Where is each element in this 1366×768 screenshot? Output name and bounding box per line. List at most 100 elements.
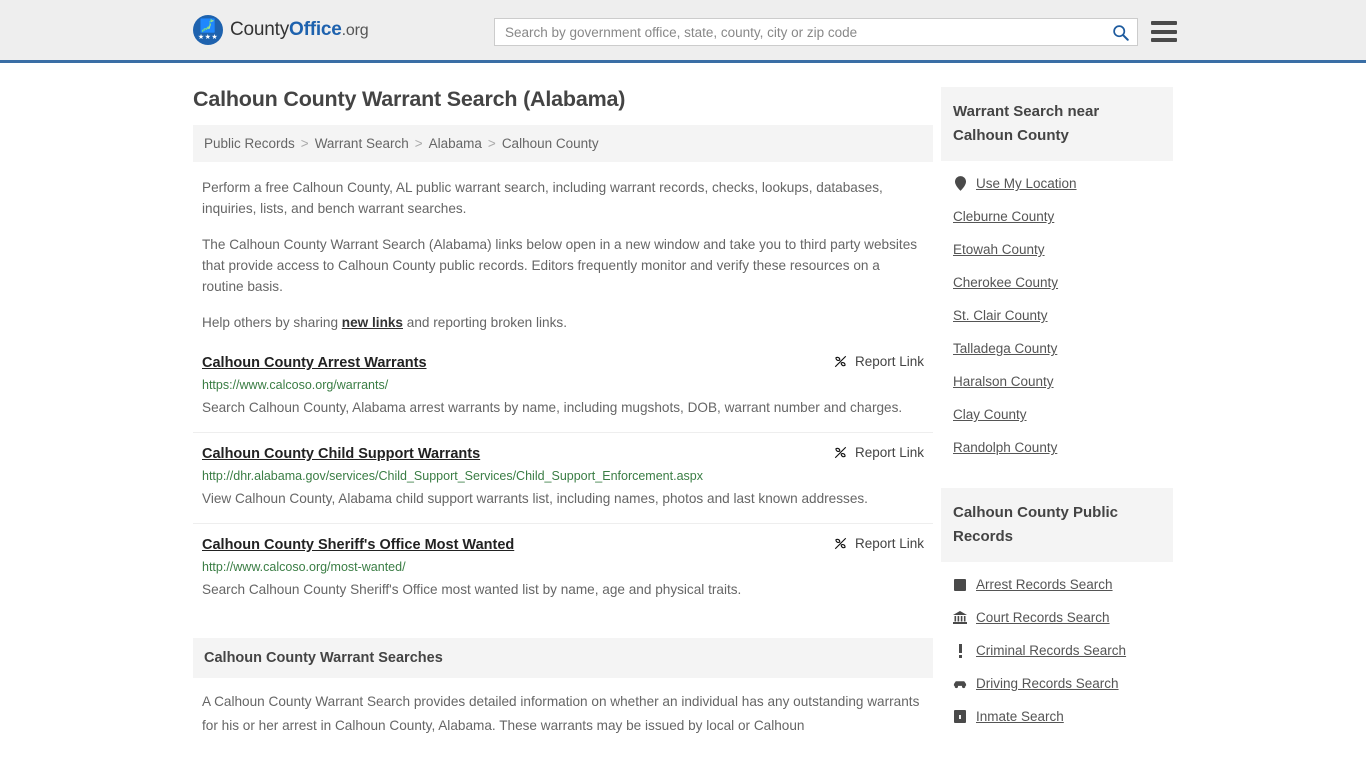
sidebar-item-county[interactable]: Etowah County [941,233,1173,266]
breadcrumb-item-warrant-search[interactable]: Warrant Search [315,136,409,151]
report-link-label: Report Link [854,445,924,460]
sidebar-link-court-records-search[interactable]: Court Records Search [976,610,1110,625]
public-records-heading: Calhoun County Public Records [953,504,1118,545]
breadcrumb-item-public-records[interactable]: Public Records [204,136,295,151]
eagle-emblem-icon: 🗾 ★★★ [193,15,223,45]
page-title: Calhoun County Warrant Search (Alabama) [193,87,626,111]
nearby-county-list: Use My Location Cleburne County Etowah C… [941,167,1173,464]
report-link-label: Report Link [854,536,924,551]
search-input[interactable] [495,19,1103,45]
sidebar-item-court-records[interactable]: Court Records Search [941,601,1173,634]
sidebar-link-cleburne-county[interactable]: Cleburne County [953,209,1054,224]
broken-link-icon [834,446,847,459]
sidebar-link-talladega-county[interactable]: Talladega County [953,341,1057,356]
broken-link-icon [834,537,847,550]
sidebar-item-arrest-records[interactable]: Arrest Records Search [941,568,1173,601]
warrant-searches-paragraph: A Calhoun County Warrant Search provides… [202,694,920,733]
sidebar-item-county[interactable]: Cherokee County [941,266,1173,299]
sidebar-item-county[interactable]: Randolph County [941,431,1173,464]
logo-text-county: County [230,19,290,40]
warrant-searches-body: A Calhoun County Warrant Search provides… [193,690,933,738]
nearby-warrant-search-band: Warrant Search near Calhoun County [941,87,1173,161]
public-records-band: Calhoun County Public Records [941,488,1173,562]
sidebar-item-county[interactable]: Clay County [941,398,1173,431]
logo-text-org: .org [341,22,369,39]
report-link-button[interactable]: Report Link [833,353,924,369]
breadcrumb-item-alabama[interactable]: Alabama [429,136,482,151]
warrant-searches-heading: Calhoun County Warrant Searches [204,650,443,666]
site-header: 🗾 ★★★ CountyOffice.org [0,0,1366,63]
sidebar-item-county[interactable]: Talladega County [941,332,1173,365]
sidebar-item-use-my-location[interactable]: Use My Location [941,167,1173,200]
site-logo[interactable]: 🗾 ★★★ CountyOffice.org [193,15,369,45]
report-link-button[interactable]: Report Link [833,535,924,551]
jail-door-icon [953,710,967,723]
search-button[interactable] [1103,19,1137,45]
fingerprint-icon [953,578,967,591]
sidebar-link-arrest-records-search[interactable]: Arrest Records Search [976,577,1113,592]
sidebar-item-inmate-search[interactable]: Inmate Search [941,700,1173,733]
breadcrumb-separator: > [487,136,496,151]
result-description: Search Calhoun County Sheriff's Office m… [202,582,742,597]
sidebar-item-driving-records[interactable]: Driving Records Search [941,667,1173,700]
results-list: Calhoun County Arrest Warrants Report Li… [193,353,933,614]
breadcrumb: Public Records > Warrant Search > Alabam… [193,125,933,162]
result-row: Calhoun County Sheriff's Office Most Wan… [193,535,933,614]
intro-p3-before: Help others by sharing [202,315,342,330]
page-body: Calhoun County Warrant Search (Alabama) … [0,63,1366,738]
sidebar-link-driving-records-search[interactable]: Driving Records Search [976,676,1119,691]
result-header: Calhoun County Child Support Warrants Re… [202,444,924,464]
result-description: View Calhoun County, Alabama child suppo… [202,491,868,506]
result-header: Calhoun County Arrest Warrants Report Li… [202,353,924,373]
report-link-button[interactable]: Report Link [833,444,924,460]
sidebar-link-randolph-county[interactable]: Randolph County [953,440,1057,455]
sidebar-item-criminal-records[interactable]: Criminal Records Search [941,634,1173,667]
broken-link-icon [834,355,847,368]
result-url: https://www.calcoso.org/warrants/ [202,378,389,392]
intro-paragraph-3: Help others by sharing new links and rep… [193,312,933,333]
report-link-label: Report Link [854,354,924,369]
sidebar-link-inmate-search[interactable]: Inmate Search [976,709,1064,724]
hamburger-bar [1151,21,1177,25]
logo-text-office: Office [289,19,342,40]
result-title-link[interactable]: Calhoun County Arrest Warrants [202,353,427,373]
search-box [494,18,1138,46]
sidebar: Warrant Search near Calhoun County Use M… [941,63,1173,738]
sidebar-item-county[interactable]: Cleburne County [941,200,1173,233]
result-url: http://dhr.alabama.gov/services/Child_Su… [202,469,703,483]
result-row: Calhoun County Child Support Warrants Re… [193,444,933,524]
warrant-searches-band: Calhoun County Warrant Searches [193,638,933,678]
new-links-link[interactable]: new links [342,315,403,330]
map-pin-icon [953,176,967,191]
car-icon [953,679,967,689]
public-records-list: Arrest Records Search Court Records Sear… [941,568,1173,733]
sidebar-item-county[interactable]: St. Clair County [941,299,1173,332]
hamburger-bar [1151,29,1177,34]
sidebar-item-county[interactable]: Haralson County [941,365,1173,398]
intro-text: Perform a free Calhoun County, AL public… [193,177,933,333]
nearby-warrant-search-heading: Warrant Search near Calhoun County [953,103,1100,144]
sidebar-link-criminal-records-search[interactable]: Criminal Records Search [976,643,1126,658]
column-gap [933,63,941,738]
result-header: Calhoun County Sheriff's Office Most Wan… [202,535,924,555]
intro-paragraph-1: Perform a free Calhoun County, AL public… [202,180,883,216]
main-content: Calhoun County Warrant Search (Alabama) … [193,63,933,738]
sidebar-link-haralson-county[interactable]: Haralson County [953,374,1054,389]
search-icon [1112,24,1129,41]
breadcrumb-item-calhoun-county[interactable]: Calhoun County [502,136,599,151]
hamburger-menu-icon[interactable] [1151,19,1177,44]
result-row: Calhoun County Arrest Warrants Report Li… [193,353,933,433]
sidebar-link-cherokee-county[interactable]: Cherokee County [953,275,1058,290]
sidebar-link-clay-county[interactable]: Clay County [953,407,1027,422]
sidebar-link-etowah-county[interactable]: Etowah County [953,242,1045,257]
logo-text: CountyOffice.org [230,19,369,41]
breadcrumb-separator: > [300,136,309,151]
sidebar-link-use-my-location[interactable]: Use My Location [976,176,1077,191]
sidebar-link-st-clair-county[interactable]: St. Clair County [953,308,1048,323]
result-title-link[interactable]: Calhoun County Child Support Warrants [202,444,480,464]
intro-p3-after: and reporting broken links. [403,315,567,330]
courthouse-icon [953,611,967,624]
hamburger-bar [1151,38,1177,42]
exclamation-icon [953,643,967,658]
result-title-link[interactable]: Calhoun County Sheriff's Office Most Wan… [202,535,514,555]
